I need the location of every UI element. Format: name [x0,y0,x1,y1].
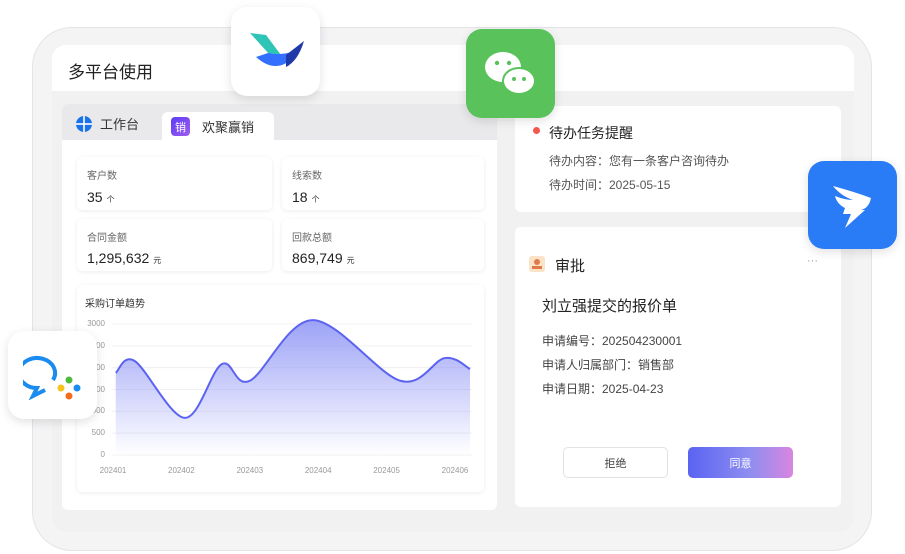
chart-area [115,320,471,455]
x-tick-label: 202406 [441,466,469,475]
more-icon[interactable]: ··· [807,255,818,267]
approval-title: 刘立强提交的报价单 [542,298,678,315]
approval-field: 申请人归属部门：销售部 [542,358,675,372]
approval-field: 申请编号：202504230001 [542,334,683,348]
todo-title: 待办任务提醒 [549,125,633,141]
approval-field: 申请日期：2025-04-23 [542,382,664,396]
todo-dot-icon [533,127,540,134]
todo-card[interactable]: 待办任务提醒 待办内容：您有一条客户咨询待办 待办时间：2025-05-15 [515,106,841,212]
y-tick-label: 0 [100,450,105,459]
todo-time: 待办时间：2025-05-15 [549,178,671,192]
x-tick-label: 202404 [304,466,332,475]
y-tick-label: 3000 [87,319,105,328]
approval-stamp-icon [529,256,545,272]
x-tick-label: 202403 [236,466,264,475]
wechat-icon [466,29,555,118]
feishu-icon [231,7,320,96]
reject-button[interactable]: 拒绝 [563,447,668,478]
approval-header: 审批 [555,258,586,275]
approval-card: 审批 ··· 刘立强提交的报价单 申请编号：202504230001 申请人归属… [515,227,841,507]
x-tick-label: 202401 [99,466,127,475]
x-tick-label: 202405 [373,466,400,475]
y-tick-label: 500 [91,428,105,438]
todo-content: 待办内容：您有一条客户咨询待办 [549,154,730,168]
x-tick-label: 202402 [168,466,195,475]
wecom-icon [8,331,97,419]
dingtalk-icon [808,161,897,249]
approve-button[interactable]: 同意 [688,447,793,478]
